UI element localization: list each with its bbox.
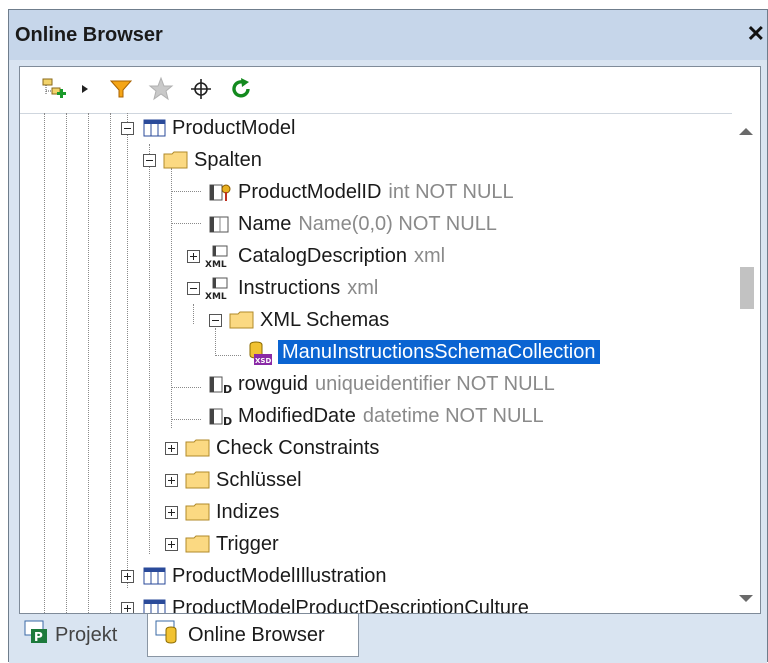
tree-label: Indizes bbox=[216, 501, 280, 523]
online-browser-icon bbox=[154, 618, 182, 652]
tree-row-table[interactable]: ProductModelProductDescriptionCulture bbox=[20, 593, 732, 613]
expand-toggle[interactable] bbox=[187, 250, 200, 263]
table-icon bbox=[142, 597, 168, 613]
scroll-up-icon[interactable] bbox=[738, 123, 754, 141]
tree-label: Spalten bbox=[194, 149, 262, 171]
tree-row-folder[interactable]: Schlüssel bbox=[20, 465, 732, 495]
collapse-toggle[interactable] bbox=[121, 122, 134, 135]
tab-online-browser[interactable]: Online Browser bbox=[147, 614, 359, 657]
tree-row-column[interactable]: XML CatalogDescription xml bbox=[20, 241, 732, 271]
folder-icon bbox=[184, 501, 210, 523]
table-icon bbox=[142, 565, 168, 587]
table-icon bbox=[142, 117, 168, 139]
favorites-star-icon[interactable] bbox=[146, 75, 176, 103]
scrollbar-thumb[interactable] bbox=[740, 267, 754, 309]
xml-column-icon: XML bbox=[204, 245, 230, 270]
column-type: Name(0,0) NOT NULL bbox=[298, 213, 497, 235]
svg-text:XSD: XSD bbox=[255, 357, 271, 365]
object-tree: ProductModel Spalten ProductModelID int … bbox=[20, 113, 732, 613]
tree-row-schema-collection[interactable]: XSD ManuInstructionsSchemaCollection bbox=[20, 337, 732, 367]
scroll-down-icon[interactable] bbox=[738, 591, 754, 609]
column-name: ModifiedDate bbox=[238, 405, 356, 427]
folder-icon bbox=[162, 149, 188, 171]
tree-row-folder[interactable]: Check Constraints bbox=[20, 433, 732, 463]
panel-tabs: P Projekt Online Browser bbox=[9, 614, 767, 663]
tree-row-column[interactable]: D ModifiedDate datetime NOT NULL bbox=[20, 401, 732, 431]
tree-label: ProductModelIllustration bbox=[172, 565, 387, 587]
expand-toggle[interactable] bbox=[165, 442, 178, 455]
title-bar: Online Browser ✕ bbox=[9, 10, 767, 60]
tab-projekt[interactable]: P Projekt bbox=[19, 614, 145, 656]
window-title: Online Browser bbox=[15, 24, 163, 46]
collapse-toggle[interactable] bbox=[209, 314, 222, 327]
primary-key-column-icon bbox=[208, 181, 234, 203]
tree-row-xml-schemas[interactable]: XML Schemas bbox=[20, 305, 732, 335]
column-icon bbox=[208, 213, 234, 235]
tab-label: Online Browser bbox=[188, 623, 325, 646]
tab-label: Projekt bbox=[55, 623, 118, 646]
tree-row-column[interactable]: Name Name(0,0) NOT NULL bbox=[20, 209, 732, 239]
tree-row-folder[interactable]: Indizes bbox=[20, 497, 732, 527]
filter-icon[interactable] bbox=[106, 75, 136, 103]
tree-label: ProductModel bbox=[172, 117, 296, 139]
column-type: uniqueidentifier NOT NULL bbox=[315, 373, 555, 395]
column-name: Name bbox=[238, 213, 292, 235]
column-icon: D bbox=[208, 373, 234, 396]
tree-row-product-model[interactable]: ProductModel bbox=[20, 113, 732, 143]
expand-toggle[interactable] bbox=[165, 506, 178, 519]
tree-row-column[interactable]: XML Instructions xml bbox=[20, 273, 732, 303]
tree-label: XML Schemas bbox=[260, 309, 390, 331]
xml-column-icon: XML bbox=[204, 277, 230, 302]
xsd-schema-icon: XSD bbox=[246, 341, 272, 365]
tree-label-selected: ManuInstructionsSchemaCollection bbox=[278, 340, 600, 364]
folder-icon bbox=[184, 533, 210, 555]
browser-panel: ProductModel Spalten ProductModelID int … bbox=[19, 66, 761, 614]
svg-text:XML: XML bbox=[205, 260, 227, 269]
folder-icon bbox=[228, 309, 254, 331]
close-icon[interactable]: ✕ bbox=[747, 21, 765, 47]
column-name: ProductModelID bbox=[238, 181, 382, 203]
tree-label: Check Constraints bbox=[216, 437, 380, 459]
tree-row-table[interactable]: ProductModelIllustration bbox=[20, 561, 732, 591]
tree-row-folder[interactable]: Trigger bbox=[20, 529, 732, 559]
collapse-toggle[interactable] bbox=[187, 282, 200, 295]
tree-row-spalten[interactable]: Spalten bbox=[20, 145, 732, 175]
expand-toggle[interactable] bbox=[121, 570, 134, 583]
locate-icon[interactable] bbox=[186, 75, 216, 103]
expand-toggle[interactable] bbox=[121, 602, 134, 613]
column-type: datetime NOT NULL bbox=[362, 405, 544, 427]
refresh-icon[interactable] bbox=[226, 75, 256, 103]
dropdown-arrow-icon[interactable] bbox=[78, 75, 92, 103]
column-type: int NOT NULL bbox=[388, 181, 514, 203]
online-browser-window: Online Browser ✕ ProductModel Spalten Pr… bbox=[8, 9, 768, 663]
svg-text:XML: XML bbox=[205, 292, 227, 301]
vertical-scrollbar[interactable] bbox=[732, 113, 760, 613]
toolbar bbox=[20, 67, 760, 114]
column-type: xml bbox=[413, 245, 446, 267]
svg-text:P: P bbox=[34, 630, 43, 644]
svg-text:D: D bbox=[223, 415, 232, 427]
folder-icon bbox=[184, 469, 210, 491]
tree-label: Schlüssel bbox=[216, 469, 302, 491]
expand-toggle[interactable] bbox=[165, 538, 178, 551]
column-name: CatalogDescription bbox=[238, 245, 407, 267]
tree-row-column[interactable]: ProductModelID int NOT NULL bbox=[20, 177, 732, 207]
column-type: xml bbox=[347, 277, 379, 299]
svg-text:D: D bbox=[223, 383, 232, 395]
collapse-toggle[interactable] bbox=[143, 154, 156, 167]
folder-icon bbox=[184, 437, 210, 459]
tree-label: ProductModelProductDescriptionCulture bbox=[172, 597, 529, 613]
add-objects-icon[interactable] bbox=[38, 75, 70, 103]
column-name: rowguid bbox=[238, 373, 309, 395]
expand-toggle[interactable] bbox=[165, 474, 178, 487]
project-icon: P bbox=[23, 619, 49, 651]
column-name: Instructions bbox=[238, 277, 341, 299]
tree-label: Trigger bbox=[216, 533, 279, 555]
tree-row-column[interactable]: D rowguid uniqueidentifier NOT NULL bbox=[20, 369, 732, 399]
column-icon: D bbox=[208, 405, 234, 428]
